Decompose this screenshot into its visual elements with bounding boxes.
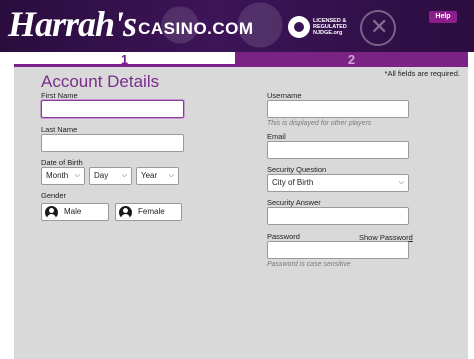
dob-year-select[interactable]: Year ⌵ — [136, 167, 179, 185]
dob-label: Date of Birth — [41, 158, 83, 167]
email-input[interactable] — [267, 141, 409, 159]
chevron-down-icon: ⌵ — [121, 172, 127, 179]
casino-emblem-icon — [360, 10, 396, 46]
last-name-label: Last Name — [41, 125, 78, 134]
chevron-down-icon: ⌵ — [398, 179, 404, 186]
logo-suffix-text: CASINO.COM — [138, 19, 254, 38]
required-fields-note: *All fields are required. — [384, 69, 460, 78]
regulator-badge: LICENSED & REGULATED NJDGE.org — [288, 16, 353, 38]
help-button[interactable]: Help — [429, 11, 457, 23]
site-logo[interactable]: Harrah's CASINO.COM — [8, 6, 254, 42]
gender-female-button[interactable]: Female — [115, 203, 182, 221]
username-label: Username — [267, 91, 302, 100]
security-question-value: City of Birth — [272, 178, 314, 187]
username-input[interactable] — [267, 100, 409, 118]
chevron-down-icon: ⌵ — [168, 172, 174, 179]
security-answer-input[interactable] — [267, 207, 409, 225]
account-details-form: *All fields are required. Account Detail… — [14, 67, 468, 359]
page-title: Account Details — [41, 72, 160, 91]
regulator-seal-icon — [288, 16, 310, 38]
step-2-tab[interactable]: 2 — [235, 52, 468, 67]
gender-male-label: Male — [64, 207, 82, 216]
security-question-select[interactable]: City of Birth ⌵ — [267, 174, 409, 192]
dob-day-select[interactable]: Day ⌵ — [89, 167, 132, 185]
gender-male-button[interactable]: Male — [41, 203, 109, 221]
security-answer-label: Security Answer — [267, 198, 321, 207]
gender-label: Gender — [41, 191, 67, 200]
logo-brand-text: Harrah's — [8, 4, 137, 44]
regulator-text: LICENSED & REGULATED NJDGE.org — [313, 18, 347, 36]
password-label: Password — [267, 232, 300, 241]
password-hint: Password is case sensitive — [267, 261, 351, 268]
email-label: Email — [267, 132, 286, 141]
dob-month-select[interactable]: Month ⌵ — [41, 167, 85, 185]
security-question-label: Security Question — [267, 165, 327, 174]
first-name-input[interactable] — [41, 100, 184, 118]
last-name-input[interactable] — [41, 134, 184, 152]
site-header: Harrah's CASINO.COM LICENSED & REGULATED … — [0, 0, 474, 52]
user-avatar-icon — [45, 206, 58, 219]
step-1-tab[interactable]: 1 — [14, 52, 235, 67]
user-avatar-icon — [119, 206, 132, 219]
chevron-down-icon: ⌵ — [74, 172, 80, 179]
dob-year-value: Year — [141, 171, 158, 180]
gender-female-label: Female — [138, 207, 165, 216]
dob-day-value: Day — [94, 171, 109, 180]
registration-steps: 1 2 — [14, 52, 468, 67]
password-input[interactable] — [267, 241, 409, 259]
dob-month-value: Month — [46, 171, 69, 180]
first-name-label: First Name — [41, 91, 78, 100]
username-hint: This is displayed for other players — [267, 120, 372, 127]
